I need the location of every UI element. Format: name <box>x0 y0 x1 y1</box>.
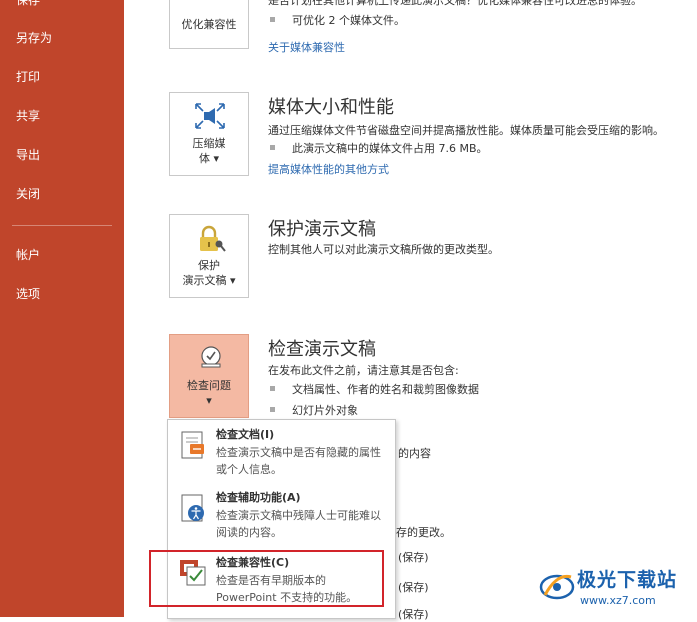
check-accessibility-title: 检查辅助功能(A) <box>216 491 301 504</box>
sidebar-item-options[interactable]: 选项 <box>16 285 40 302</box>
inspect-document-desc: 检查演示文稿中是否有隐藏的属性或个人信息。 <box>216 446 381 476</box>
inspect-partial-text: 的内容 <box>398 447 431 460</box>
bullet-marker <box>270 386 275 391</box>
protect-section-title: 保护演示文稿 <box>268 219 376 240</box>
compress-media-button[interactable]: 压缩媒 体 ▾ <box>169 92 249 176</box>
inspect-bullet-2: 幻灯片外对象 <box>292 404 358 417</box>
accessibility-icon <box>181 494 204 522</box>
menu-item-check-accessibility[interactable]: 检查辅助功能(A) 检查演示文稿中残障人士可能难以阅读的内容。 <box>168 487 393 549</box>
media-performance-link[interactable]: 提高媒体性能的其他方式 <box>268 161 389 177</box>
inspect-document-title: 检查文档(I) <box>216 428 275 441</box>
compress-media-icon <box>195 103 225 129</box>
compat-description: 是否计划在其他计算机上传递此演示文稿？优化媒体兼容性可改进总的体验。 <box>268 0 642 7</box>
backstage-sidebar: 保存 另存为 打印 共享 导出 关闭 帐户 选项 <box>0 0 124 617</box>
inspect-partial-text: (保存) <box>398 551 429 564</box>
media-section-title: 媒体大小和性能 <box>268 97 394 118</box>
sidebar-item-account[interactable]: 帐户 <box>16 246 40 263</box>
protect-label-1: 保护 <box>198 259 220 272</box>
watermark: 极光下载站 www.xz7.com <box>537 563 697 617</box>
bullet-marker <box>270 145 275 150</box>
watermark-text: 极光下载站 <box>577 569 678 591</box>
bullet-marker <box>270 407 275 412</box>
check-issues-button[interactable]: 检查问题 ▾ <box>169 334 249 418</box>
about-media-compat-link[interactable]: 关于媒体兼容性 <box>268 39 345 55</box>
check-issues-label: 检查问题 <box>187 379 231 392</box>
media-description: 通过压缩媒体文件节省磁盘空间并提高播放性能。媒体质量可能会受压缩的影响。 <box>268 124 664 137</box>
inspect-partial-text: (保存) <box>398 608 429 621</box>
lock-key-icon <box>200 225 226 252</box>
compress-media-label-2: 体 ▾ <box>198 152 220 165</box>
inspect-partial-text: 存的更改。 <box>396 526 451 539</box>
check-accessibility-desc: 检查演示文稿中残障人士可能难以阅读的内容。 <box>216 509 381 539</box>
inspect-section-title: 检查演示文稿 <box>268 339 376 360</box>
document-check-icon <box>201 346 221 368</box>
optimize-compat-button[interactable]: 优化兼容性 <box>169 0 249 49</box>
watermark-logo-icon <box>539 574 575 600</box>
inspect-document-icon <box>181 431 204 459</box>
inspect-bullet-1: 文档属性、作者的姓名和裁剪图像数据 <box>292 383 479 396</box>
bullet-marker <box>270 17 275 22</box>
media-bullet-text: 此演示文稿中的媒体文件占用 7.6 MB。 <box>292 142 488 155</box>
menu-item-inspect-document[interactable]: 检查文档(I) 检查演示文稿中是否有隐藏的属性或个人信息。 <box>168 424 393 486</box>
compress-media-label-1: 压缩媒 <box>192 137 226 150</box>
optimize-compat-label: 优化兼容性 <box>181 18 237 31</box>
protect-presentation-button[interactable]: 保护 演示文稿 ▾ <box>169 214 249 298</box>
highlight-box <box>149 550 384 607</box>
watermark-url: www.xz7.com <box>580 594 656 607</box>
sidebar-item-export[interactable]: 导出 <box>16 146 40 163</box>
inspect-partial-text: (保存) <box>398 581 429 594</box>
sidebar-item-close[interactable]: 关闭 <box>16 185 40 202</box>
inspect-description: 在发布此文件之前，请注意其是否包含: <box>268 364 459 377</box>
sidebar-item-share[interactable]: 共享 <box>16 107 40 124</box>
protect-description: 控制其他人可以对此演示文稿所做的更改类型。 <box>268 243 499 256</box>
sidebar-item-save-as[interactable]: 另存为 <box>16 29 52 46</box>
compat-bullet-text: 可优化 2 个媒体文件。 <box>292 14 405 27</box>
sidebar-item-print[interactable]: 打印 <box>16 68 40 85</box>
check-issues-dropdown-arrow: ▾ <box>206 394 212 407</box>
sidebar-item-save[interactable]: 保存 <box>16 0 40 8</box>
protect-label-2: 演示文稿 ▾ <box>182 274 236 287</box>
sidebar-divider <box>12 225 112 226</box>
